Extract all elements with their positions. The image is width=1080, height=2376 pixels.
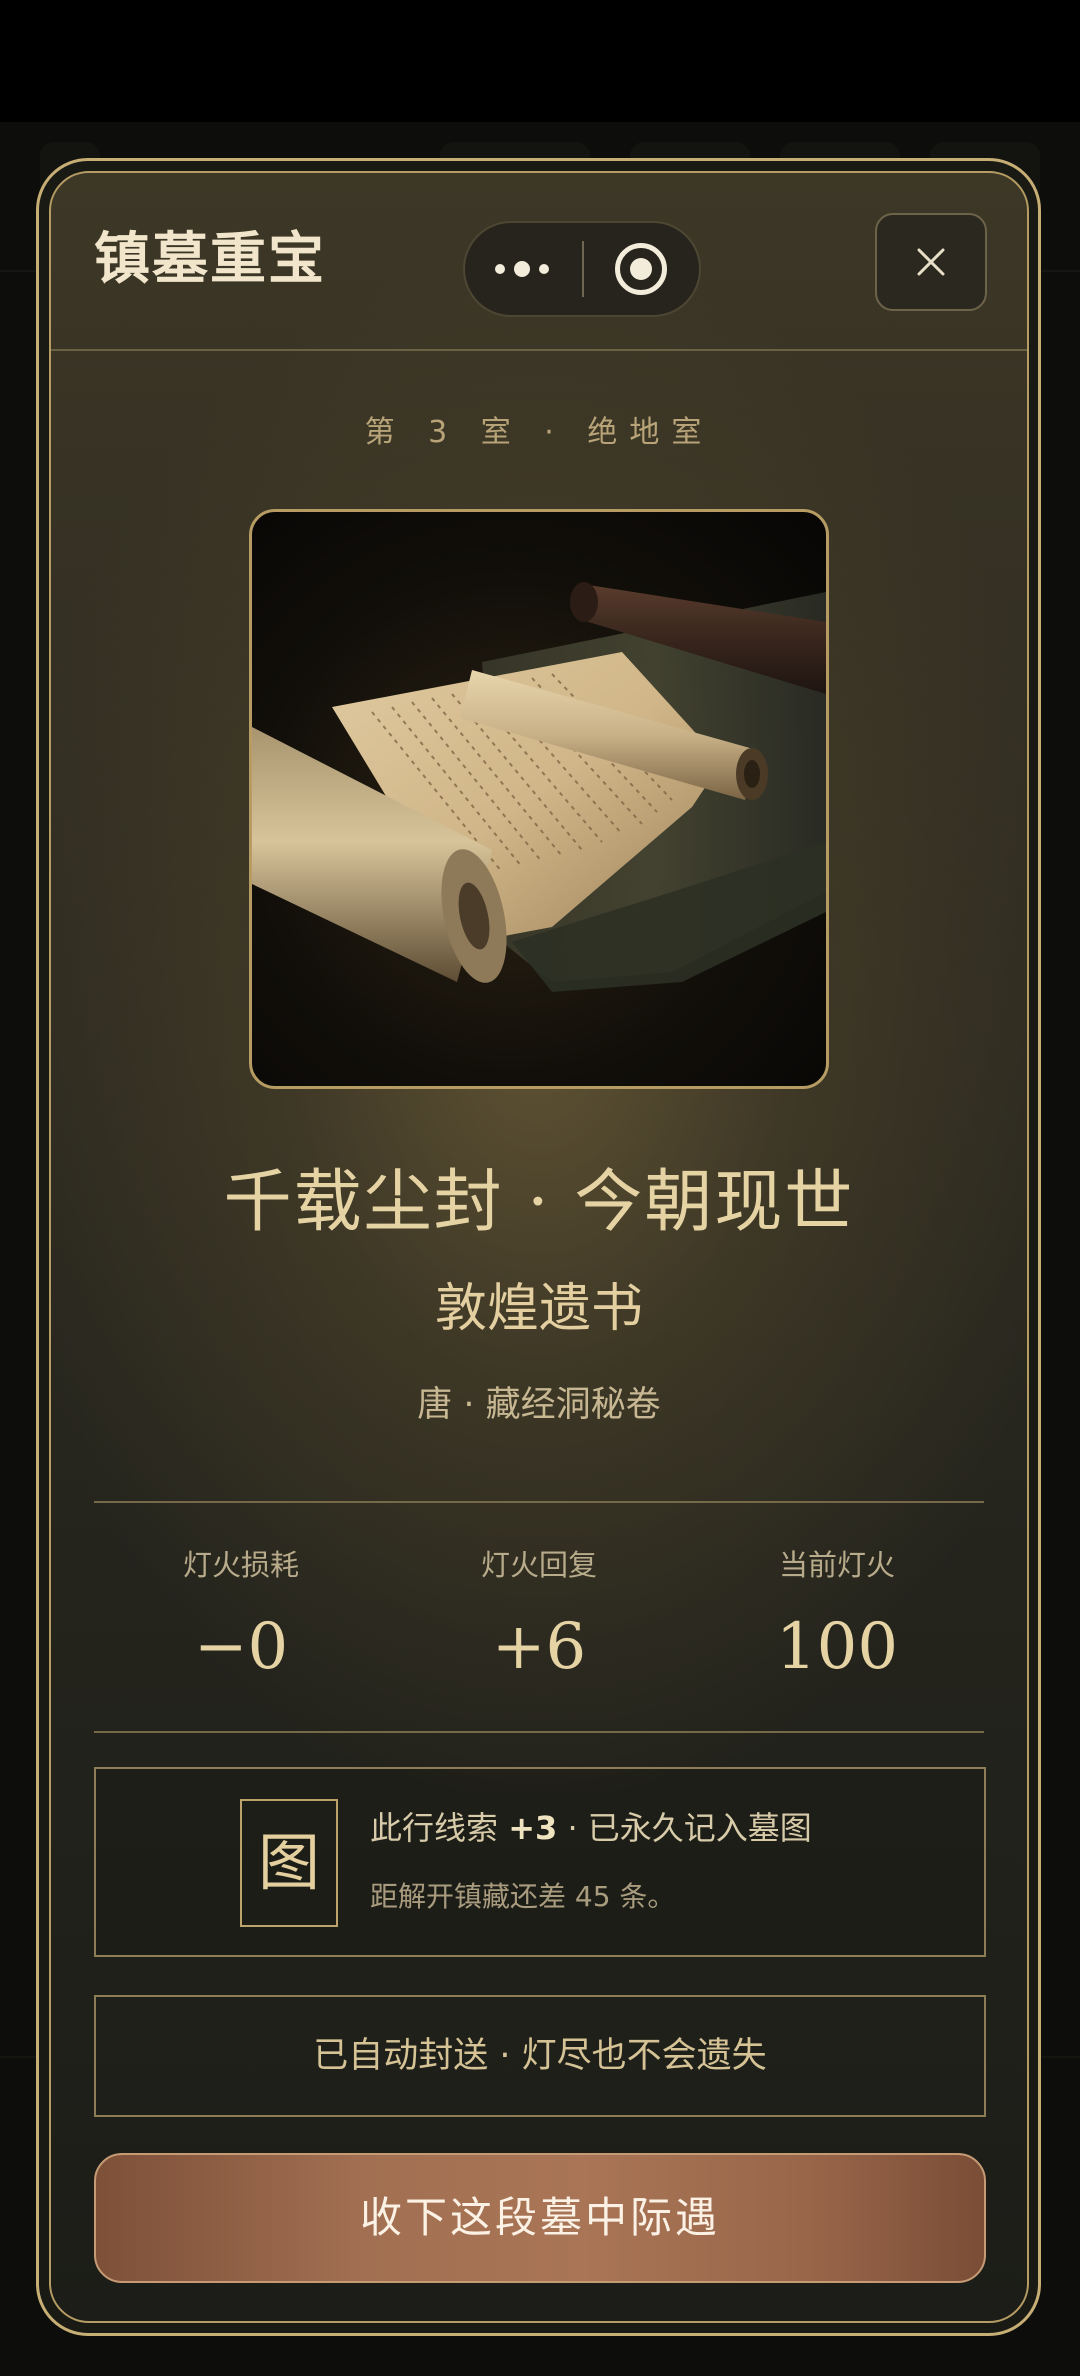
page-title: 镇墓重宝 bbox=[94, 226, 326, 292]
stat-label: 当前灯火 bbox=[778, 1548, 895, 1582]
clue-gain-text: 此行线索 +3 · 已永久记入墓图 bbox=[370, 1805, 812, 1851]
section-divider bbox=[94, 1731, 984, 1733]
artifact-image-frame bbox=[249, 509, 829, 1089]
stat-value: −0 bbox=[193, 1610, 289, 1684]
stat-lamp-restore: 灯火回复 +6 bbox=[389, 1545, 689, 1685]
scroll-image bbox=[252, 582, 826, 992]
capsule-divider bbox=[582, 241, 584, 297]
discovery-headline: 千载尘封 · 今朝现世 bbox=[223, 1163, 855, 1242]
auto-save-notice: 已自动封送 · 灯尽也不会遗失 bbox=[94, 1995, 986, 2117]
stat-lamp-loss: 灯火损耗 −0 bbox=[91, 1545, 391, 1685]
status-bar bbox=[0, 0, 1080, 122]
more-dots-icon[interactable] bbox=[495, 259, 555, 279]
tomb-map-icon: 图 bbox=[240, 1799, 338, 1927]
treasure-modal: 镇墓重宝 第 3 室 · 绝地室 千载尘封 · 今朝现世 敦煌遗书 唐 · 藏经… bbox=[49, 171, 1029, 2323]
modal-header: 镇墓重宝 bbox=[51, 173, 1027, 351]
clue-prefix: 此行线索 bbox=[370, 1809, 509, 1847]
close-icon bbox=[917, 248, 945, 276]
stat-current-lamp: 当前灯火 100 bbox=[687, 1545, 987, 1685]
artifact-name: 敦煌遗书 bbox=[434, 1279, 643, 1339]
room-label: 第 3 室 · 绝地室 bbox=[364, 415, 714, 450]
screen: 镇墓重宝 第 3 室 · 绝地室 千载尘封 · 今朝现世 敦煌遗书 唐 · 藏经… bbox=[0, 0, 1080, 2376]
clue-remaining-note: 距解开镇藏还差 45 条。 bbox=[370, 1880, 676, 1913]
stat-label: 灯火损耗 bbox=[182, 1548, 299, 1582]
accept-button[interactable]: 收下这段墓中际遇 bbox=[94, 2153, 986, 2283]
mini-program-capsule bbox=[463, 221, 701, 317]
stat-value: 100 bbox=[775, 1610, 899, 1684]
clue-suffix: · 已永久记入墓图 bbox=[557, 1809, 812, 1847]
stat-label: 灯火回复 bbox=[480, 1548, 597, 1582]
stat-value: +6 bbox=[491, 1610, 587, 1684]
close-button[interactable] bbox=[875, 213, 987, 311]
clue-count: +3 bbox=[508, 1809, 558, 1847]
clue-summary-box: 图 此行线索 +3 · 已永久记入墓图 距解开镇藏还差 45 条。 bbox=[94, 1767, 986, 1957]
section-divider bbox=[94, 1501, 984, 1503]
artifact-dynasty-origin: 唐 · 藏经洞秘卷 bbox=[417, 1385, 661, 1425]
record-target-icon[interactable] bbox=[615, 243, 667, 295]
